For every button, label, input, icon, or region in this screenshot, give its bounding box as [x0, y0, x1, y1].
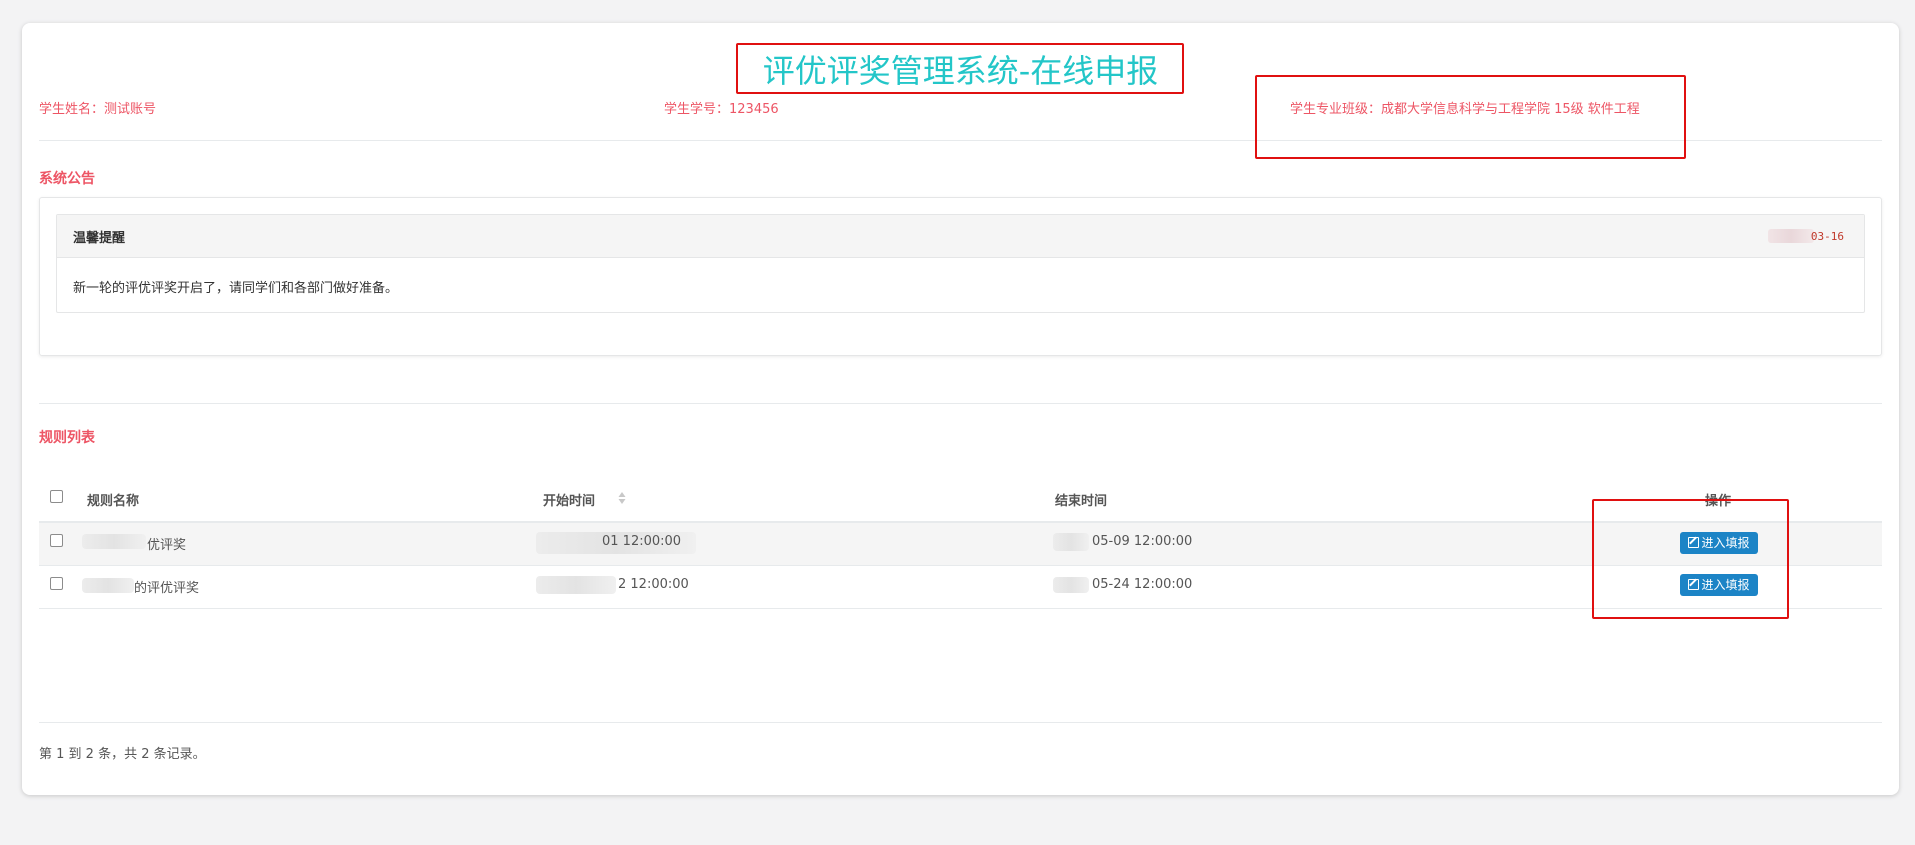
row-checkbox[interactable]: [50, 534, 63, 547]
column-header-action: 操作: [1705, 494, 1732, 509]
divider: [39, 403, 1882, 404]
page-title: 评优评奖管理系统-在线申报: [762, 52, 1159, 90]
enter-submit-label: 进入填报: [1701, 578, 1750, 592]
redacted-mask: [82, 578, 134, 593]
row-checkbox[interactable]: [50, 577, 63, 590]
table-row: [39, 566, 1882, 609]
end-time: 05-24 12:00:00: [1092, 577, 1193, 592]
notice-card-header: 温馨提醒 03-16: [57, 215, 1864, 258]
column-header-end-time[interactable]: 结束时间: [1055, 490, 1107, 509]
redacted-mask: [1053, 533, 1089, 551]
table-row: [39, 523, 1882, 566]
redacted-mask: [1053, 577, 1089, 593]
divider: [39, 722, 1882, 723]
edit-icon: [1688, 579, 1700, 590]
notice-body: 新一轮的评优评奖开启了，请同学们和各部门做好准备。: [73, 281, 399, 296]
select-all-checkbox[interactable]: [50, 490, 63, 503]
edit-icon: [1688, 537, 1700, 548]
student-name: 学生姓名：测试账号: [39, 102, 157, 117]
sort-icon[interactable]: [618, 491, 626, 505]
redacted-mask: [536, 576, 616, 594]
enter-submit-button[interactable]: 进入填报: [1680, 532, 1758, 554]
divider: [39, 140, 1882, 141]
main-panel: 评优评奖管理系统-在线申报 学生姓名：测试账号 学生学号：123456 学生专业…: [22, 23, 1899, 795]
notice-section-title: 系统公告: [39, 171, 95, 187]
notice-date: 03-16: [1810, 230, 1844, 243]
enter-submit-button[interactable]: 进入填报: [1680, 574, 1758, 596]
pagination-summary: 第 1 到 2 条，共 2 条记录。: [39, 747, 206, 762]
notice-title: 温馨提醒: [73, 231, 126, 246]
rule-name: 的评优评奖: [134, 581, 200, 596]
redacted-mask: [82, 534, 146, 549]
start-time: 01 12:00:00: [602, 534, 682, 549]
rule-name: 优评奖: [147, 538, 187, 553]
student-id: 学生学号：123456: [664, 102, 779, 117]
student-class: 学生专业班级：成都大学信息科学与工程学院 15级 软件工程: [1290, 102, 1640, 117]
notice-card: 温馨提醒 03-16 新一轮的评优评奖开启了，请同学们和各部门做好准备。: [56, 214, 1865, 313]
redacted-mask: [1768, 229, 1814, 243]
column-header-rule-name[interactable]: 规则名称: [87, 490, 139, 509]
end-time: 05-09 12:00:00: [1092, 534, 1193, 549]
column-header-start-time[interactable]: 开始时间: [543, 490, 595, 509]
enter-submit-label: 进入填报: [1701, 536, 1750, 550]
rules-section-title: 规则列表: [39, 430, 95, 446]
notice-box: 温馨提醒 03-16 新一轮的评优评奖开启了，请同学们和各部门做好准备。: [39, 197, 1882, 356]
start-time: 2 12:00:00: [618, 577, 689, 592]
